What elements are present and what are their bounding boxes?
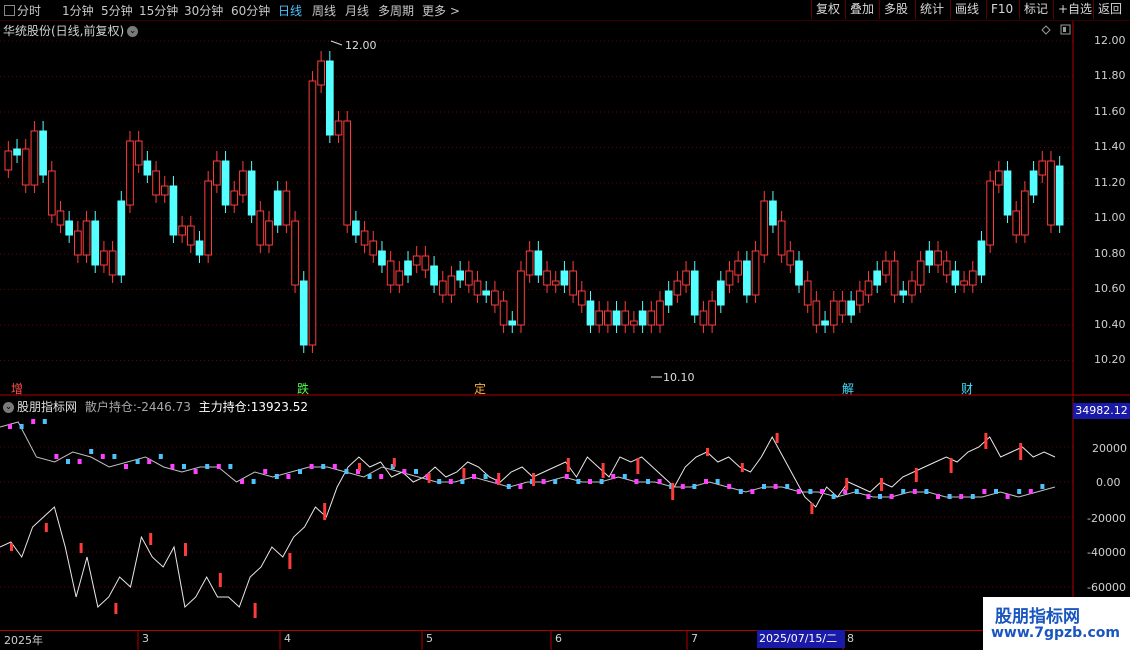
watermark-title: 股朋指标网 bbox=[995, 607, 1080, 627]
watermark-url: www.7gpzb.com bbox=[991, 625, 1121, 641]
indicator-tick: -20000 bbox=[1087, 512, 1126, 525]
price-tick: 11.60 bbox=[1094, 105, 1126, 118]
indicator-axis-max: 34982.12 bbox=[1073, 403, 1130, 419]
price-grid bbox=[0, 40, 1073, 361]
price-tick: 11.20 bbox=[1094, 176, 1126, 189]
retail-position-line bbox=[0, 421, 1056, 498]
main-position-line bbox=[0, 435, 1056, 608]
date-label: 6 bbox=[555, 632, 562, 645]
event-tag-placement[interactable]: 定 bbox=[473, 380, 487, 397]
candlestick-chart[interactable]: 12.00 10.10 bbox=[0, 21, 1130, 396]
add-watchlist-button[interactable]: +自选 bbox=[1053, 0, 1096, 19]
indicator-dots bbox=[8, 419, 1045, 618]
period-tab-60min[interactable]: 60分钟 bbox=[231, 2, 270, 19]
chevron-right-icon: > bbox=[449, 4, 460, 18]
indicator-tick: -40000 bbox=[1087, 546, 1126, 559]
indicator-tick: 0.00 bbox=[1096, 476, 1121, 489]
low-price-label: 10.10 bbox=[663, 371, 695, 384]
diamond-icon bbox=[1041, 25, 1051, 35]
indicator-chart[interactable] bbox=[0, 397, 1130, 630]
price-tick: 12.00 bbox=[1094, 34, 1126, 47]
high-price-label: 12.00 bbox=[345, 39, 377, 52]
event-tag-increase[interactable]: 增 bbox=[10, 380, 24, 397]
period-tab-multi[interactable]: 多周期 bbox=[378, 2, 414, 19]
price-tick: 10.40 bbox=[1094, 318, 1126, 331]
draw-line-button[interactable]: 画线 bbox=[950, 0, 983, 19]
period-tab-5min[interactable]: 5分钟 bbox=[101, 2, 133, 19]
event-tag-drop[interactable]: 跌 bbox=[296, 380, 310, 397]
period-tab-15min[interactable]: 15分钟 bbox=[139, 2, 178, 19]
event-tag-unlock[interactable]: 解 bbox=[841, 380, 855, 397]
watermark: 股朋指标网 www.7gpzb.com bbox=[983, 597, 1130, 650]
multi-stock-button[interactable]: 多股 bbox=[879, 0, 912, 19]
date-label: 5 bbox=[426, 632, 433, 645]
indicator-tick: -60000 bbox=[1087, 581, 1126, 594]
statistics-button[interactable]: 统计 bbox=[915, 0, 948, 19]
price-tick: 11.40 bbox=[1094, 140, 1126, 153]
date-axis bbox=[0, 630, 1130, 650]
overlay-button[interactable]: 叠加 bbox=[845, 0, 878, 19]
restore-rights-button[interactable]: 复权 bbox=[811, 0, 844, 19]
period-tab-1min[interactable]: 1分钟 bbox=[62, 2, 94, 19]
checkbox-icon bbox=[4, 5, 15, 16]
price-tick: 10.60 bbox=[1094, 282, 1126, 295]
indicator-tick: 20000 bbox=[1092, 442, 1127, 455]
chevron-down-icon[interactable]: ⌄ bbox=[127, 26, 139, 37]
high-marker bbox=[330, 40, 343, 46]
mark-button[interactable]: 标记 bbox=[1019, 0, 1052, 19]
date-label: 2025年 bbox=[4, 634, 43, 647]
f10-button[interactable]: F10 bbox=[986, 0, 1017, 19]
period-tab-timeshare[interactable]: 分时 bbox=[4, 2, 41, 19]
price-tick: 10.20 bbox=[1094, 353, 1126, 366]
period-tab-monthly[interactable]: 月线 bbox=[345, 2, 369, 19]
period-tab-daily[interactable]: 日线 bbox=[278, 2, 302, 19]
top-right-icons bbox=[1041, 24, 1071, 35]
price-tick: 11.80 bbox=[1094, 69, 1126, 82]
date-label: 7 bbox=[691, 632, 698, 645]
period-toolbar: 分时 1分钟 5分钟 15分钟 30分钟 60分钟 日线 周线 月线 多周期 更… bbox=[0, 0, 1130, 21]
event-tag-finance[interactable]: 财 bbox=[960, 380, 974, 397]
candles-group bbox=[4, 51, 1064, 353]
date-cursor-label: 2025/07/15/二 bbox=[757, 630, 845, 648]
date-label: 3 bbox=[142, 632, 149, 645]
date-label: 8 bbox=[847, 632, 854, 645]
period-tab-more[interactable]: 更多 > bbox=[422, 2, 460, 19]
period-tab-weekly[interactable]: 周线 bbox=[312, 2, 336, 19]
back-button[interactable]: 返回 bbox=[1093, 0, 1126, 19]
date-label: 4 bbox=[284, 632, 291, 645]
stock-title[interactable]: 华统股份(日线,前复权) ⌄ bbox=[3, 22, 139, 39]
price-tick: 11.00 bbox=[1094, 211, 1126, 224]
period-tab-30min[interactable]: 30分钟 bbox=[184, 2, 223, 19]
price-tick: 10.80 bbox=[1094, 247, 1126, 260]
indicator-grid bbox=[0, 446, 1073, 588]
